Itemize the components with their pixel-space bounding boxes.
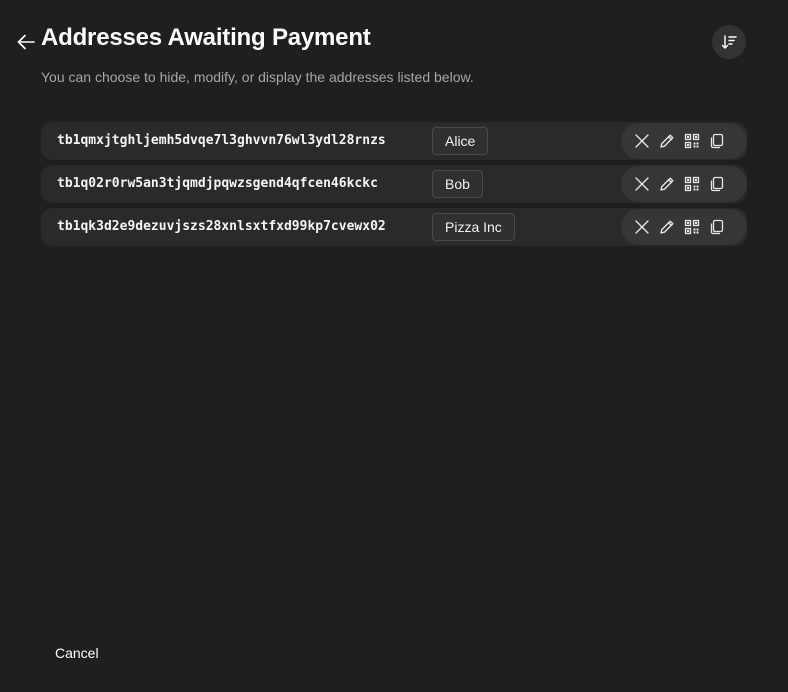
- address-actions: [621, 123, 747, 159]
- address-label[interactable]: Pizza Inc: [432, 213, 515, 241]
- close-icon: [634, 176, 650, 192]
- address-list: tb1qmxjtghljemh5dvqe7l3ghvvn76wl3ydl28rn…: [41, 122, 747, 251]
- copy-icon: [709, 176, 725, 192]
- qr-code-icon: [684, 219, 700, 235]
- pencil-icon: [659, 219, 675, 235]
- arrow-left-icon: [17, 34, 35, 50]
- address-text: tb1qmxjtghljemh5dvqe7l3ghvvn76wl3ydl28rn…: [57, 133, 386, 148]
- show-qr-button[interactable]: [684, 217, 709, 237]
- edit-label-button[interactable]: [659, 217, 684, 237]
- address-row: tb1qk3d2e9dezuvjszs28xnlsxtfxd99kp7cvewx…: [41, 208, 747, 246]
- addresses-awaiting-payment-page: Addresses Awaiting Payment You can choos…: [0, 0, 788, 692]
- page-subtitle: You can choose to hide, modify, or displ…: [41, 69, 474, 85]
- qr-code-icon: [684, 133, 700, 149]
- copy-address-button[interactable]: [709, 131, 734, 151]
- address-actions: [621, 166, 747, 202]
- pencil-icon: [659, 176, 675, 192]
- sort-button[interactable]: [712, 25, 746, 59]
- address-label[interactable]: Bob: [432, 170, 483, 198]
- page-title: Addresses Awaiting Payment: [41, 24, 371, 51]
- show-qr-button[interactable]: [684, 131, 709, 151]
- copy-icon: [709, 133, 725, 149]
- copy-address-button[interactable]: [709, 217, 734, 237]
- address-row: tb1q02r0rw5an3tjqmdjpqwzsgend4qfcen46kck…: [41, 165, 747, 203]
- close-icon: [634, 219, 650, 235]
- address-text: tb1qk3d2e9dezuvjszs28xnlsxtfxd99kp7cvewx…: [57, 219, 386, 234]
- edit-label-button[interactable]: [659, 174, 684, 194]
- address-row: tb1qmxjtghljemh5dvqe7l3ghvvn76wl3ydl28rn…: [41, 122, 747, 160]
- edit-label-button[interactable]: [659, 131, 684, 151]
- close-icon: [634, 133, 650, 149]
- sort-descending-icon: [721, 34, 737, 50]
- hide-address-button[interactable]: [634, 131, 659, 151]
- hide-address-button[interactable]: [634, 217, 659, 237]
- copy-address-button[interactable]: [709, 174, 734, 194]
- show-qr-button[interactable]: [684, 174, 709, 194]
- back-button[interactable]: [14, 31, 38, 53]
- address-label[interactable]: Alice: [432, 127, 489, 155]
- hide-address-button[interactable]: [634, 174, 659, 194]
- address-text: tb1q02r0rw5an3tjqmdjpqwzsgend4qfcen46kck…: [57, 176, 378, 191]
- address-actions: [621, 209, 747, 245]
- pencil-icon: [659, 133, 675, 149]
- qr-code-icon: [684, 176, 700, 192]
- copy-icon: [709, 219, 725, 235]
- cancel-button[interactable]: Cancel: [55, 645, 99, 661]
